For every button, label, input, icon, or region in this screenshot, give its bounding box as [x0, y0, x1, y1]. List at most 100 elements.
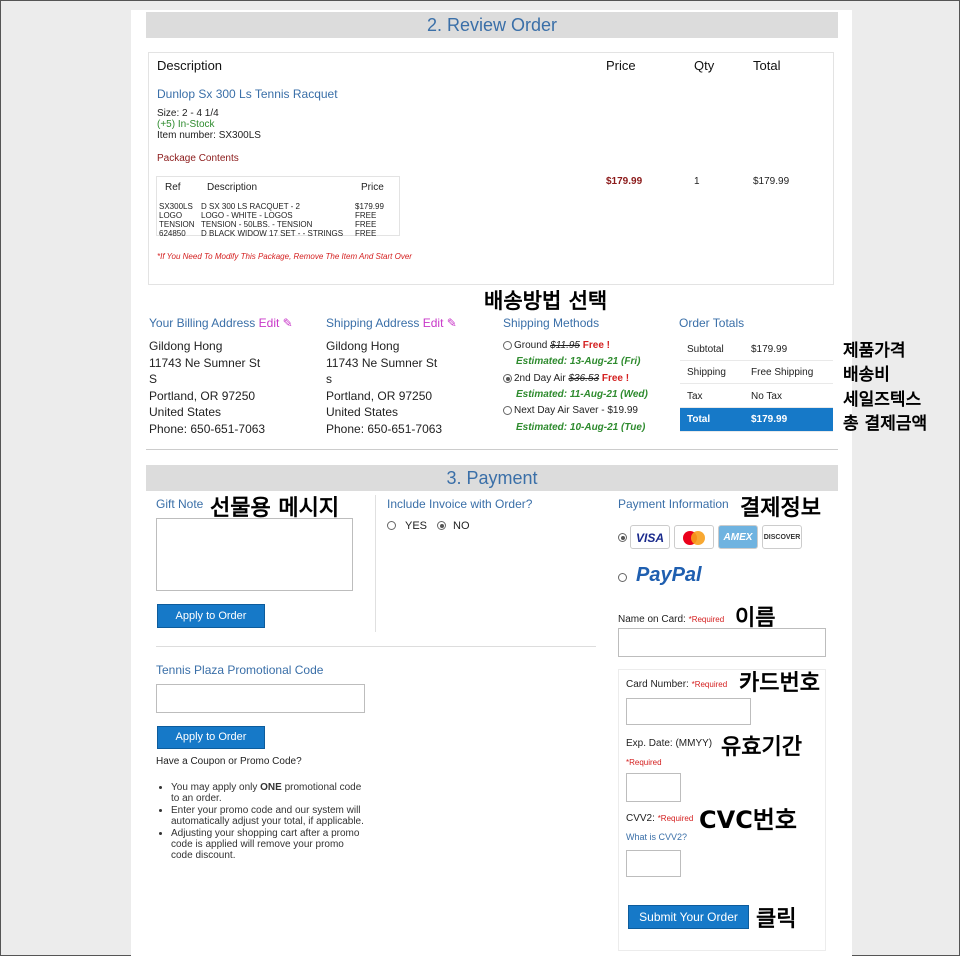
address-line: s — [326, 372, 332, 386]
annotation-name: 이름 — [735, 606, 776, 631]
pkg-desc: D BLACK WIDOW 17 SET - - STRINGS — [201, 229, 344, 238]
submit-order-button[interactable]: Submit Your Order — [628, 905, 749, 929]
paypal-radio[interactable] — [618, 573, 627, 582]
address-line: United States — [149, 405, 222, 419]
ship-estimate: Estimated: 10-Aug-21 (Tue) — [516, 422, 646, 433]
pkg-ref: SX300LS — [159, 202, 193, 211]
totals-value: Free Shipping — [751, 367, 814, 378]
invoice-label: Include Invoice with Order? — [387, 497, 533, 511]
edit-icon: ✎ — [446, 316, 457, 330]
shipping-radio-2nd-day[interactable] — [503, 374, 512, 383]
payment-info-title: Payment Information — [618, 497, 729, 511]
order-totals-title: Order Totals — [679, 316, 745, 330]
divider — [375, 495, 376, 632]
address-line: Portland, OR 97250 — [326, 388, 433, 403]
mastercard-icon — [683, 531, 705, 545]
what-is-cvv-link[interactable]: What is CVV2? — [626, 832, 687, 842]
shipping-radio-ground[interactable] — [503, 341, 512, 350]
totals-subtotal-row: Subtotal $179.99 — [680, 338, 833, 361]
card-number-label: Card Number: *Required — [626, 679, 727, 690]
pkg-desc: D SX 300 LS RACQUET - 2 — [201, 202, 300, 211]
invoice-yes-label[interactable]: YES — [405, 520, 427, 532]
discover-logo: DISCOVER — [762, 525, 802, 549]
exp-date-input[interactable] — [626, 773, 681, 802]
pkg-ref: 624850 — [159, 229, 186, 238]
name-on-card-label: Name on Card: *Required — [618, 614, 724, 625]
invoice-yes-radio[interactable] — [387, 521, 396, 530]
address-line: Gildong Hong — [326, 339, 400, 353]
product-item-number: Item number: SX300LS — [157, 130, 261, 141]
shipping-option-ground[interactable]: Ground $11.95 Free ! — [514, 340, 610, 351]
apply-promo-button[interactable]: Apply to Order — [157, 726, 265, 749]
list-item: Adjusting your shopping cart after a pro… — [171, 828, 367, 861]
shipping-edit-text: Edit — [422, 316, 444, 330]
shipping-edit-link[interactable]: Edit ✎ — [423, 316, 457, 330]
totals-label: Tax — [687, 391, 703, 402]
divider — [146, 449, 838, 450]
modify-note: *If You Need To Modify This Package, Rem… — [157, 252, 412, 261]
table-row: 624850 D BLACK WIDOW 17 SET - - STRINGS FR… — [159, 229, 397, 238]
pkg-desc: TENSION - 50LBS. - TENSION — [201, 220, 313, 229]
billing-edit-text: Edit — [258, 316, 280, 330]
ship-estimate: Estimated: 11-Aug-21 (Wed) — [516, 389, 648, 400]
shipping-option-next-day[interactable]: Next Day Air Saver - $19.99 — [514, 405, 638, 416]
invoice-no-radio[interactable] — [437, 521, 446, 530]
gift-note-textarea[interactable] — [156, 518, 353, 591]
address-line: 11743 Ne Sumner St — [149, 355, 261, 370]
card-payment-radio[interactable] — [618, 533, 627, 542]
annotation-expiry: 유효기간 — [721, 735, 802, 760]
shipping-radio-next-day[interactable] — [503, 406, 512, 415]
apply-gift-button[interactable]: Apply to Order — [157, 604, 265, 628]
totals-label: Subtotal — [687, 344, 724, 355]
payment-heading: 3. Payment — [146, 465, 838, 491]
invoice-no-label[interactable]: NO — [453, 520, 470, 532]
product-link[interactable]: Dunlop Sx 300 Ls Tennis Racquet — [157, 87, 338, 101]
annotation-payment-info: 결제정보 — [740, 496, 821, 521]
billing-title: Your Billing Address Edit ✎ — [149, 316, 293, 330]
address-line: Phone: 650-651-7063 — [149, 421, 266, 436]
annotation-product-price: 제품가격 — [843, 341, 906, 361]
address-line: Phone: 650-651-7063 — [326, 421, 443, 436]
ship-label: Next Day Air Saver - $19.99 — [514, 405, 638, 416]
name-label-text: Name on Card: — [618, 614, 686, 625]
address-line: Portland, OR 97250 — [149, 388, 256, 403]
shipping-address-title-text: Shipping Address — [326, 316, 420, 330]
ship-old-price: $11.95 — [550, 340, 580, 351]
annotation-card-number: 카드번호 — [739, 671, 820, 696]
pkg-col-price: Price — [361, 182, 384, 193]
promo-label: Tennis Plaza Promotional Code — [156, 663, 324, 677]
cvv-label: CVV2: *Required — [626, 813, 693, 824]
col-total: Total — [753, 58, 781, 73]
tip-emphasis: ONE — [260, 782, 282, 793]
required-mark: *Required — [691, 680, 728, 689]
mastercard-logo — [674, 525, 714, 549]
annotation-shipping-method: 배송방법 선택 — [484, 289, 608, 313]
totals-value: No Tax — [751, 391, 782, 402]
annotation-sales-tax: 세일즈텍스 — [843, 390, 922, 410]
totals-value: $179.99 — [751, 414, 788, 425]
paypal-logo[interactable]: PayPal — [636, 564, 702, 587]
promo-tips: You may apply only ONE promotional code … — [157, 782, 367, 862]
billing-edit-link[interactable]: Edit ✎ — [259, 316, 293, 330]
billing-address: Gildong Hong 11743 Ne Sumner St S Portla… — [149, 338, 265, 437]
item-price: $179.99 — [606, 176, 643, 187]
card-number-input[interactable] — [626, 698, 751, 725]
name-on-card-input[interactable] — [618, 628, 826, 657]
package-contents-title: Package Contents — [157, 153, 239, 164]
gift-note-label: Gift Note — [156, 497, 204, 511]
ship-label: 2nd Day Air — [514, 373, 566, 384]
promo-code-input[interactable] — [156, 684, 365, 713]
shipping-option-2nd-day[interactable]: 2nd Day Air $36.53 Free ! — [514, 373, 629, 384]
item-total: $179.99 — [753, 176, 790, 187]
col-qty: Qty — [694, 58, 715, 73]
coupon-question: Have a Coupon or Promo Code? — [156, 756, 302, 767]
ship-estimate: Estimated: 13-Aug-21 (Fri) — [516, 356, 641, 367]
ship-free: Free ! — [582, 340, 610, 351]
exp-date-label: Exp. Date: (MMYY) — [626, 738, 713, 749]
edit-icon: ✎ — [282, 316, 293, 330]
shipping-address: Gildong Hong 11743 Ne Sumner St s Portla… — [326, 338, 442, 437]
col-price: Price — [606, 58, 636, 73]
pkg-rows: SX300LS D SX 300 LS RACQUET - 2 $179.99 LO… — [159, 202, 397, 238]
ship-old-price: $36.53 — [568, 373, 600, 384]
cvv-input[interactable] — [626, 850, 681, 877]
